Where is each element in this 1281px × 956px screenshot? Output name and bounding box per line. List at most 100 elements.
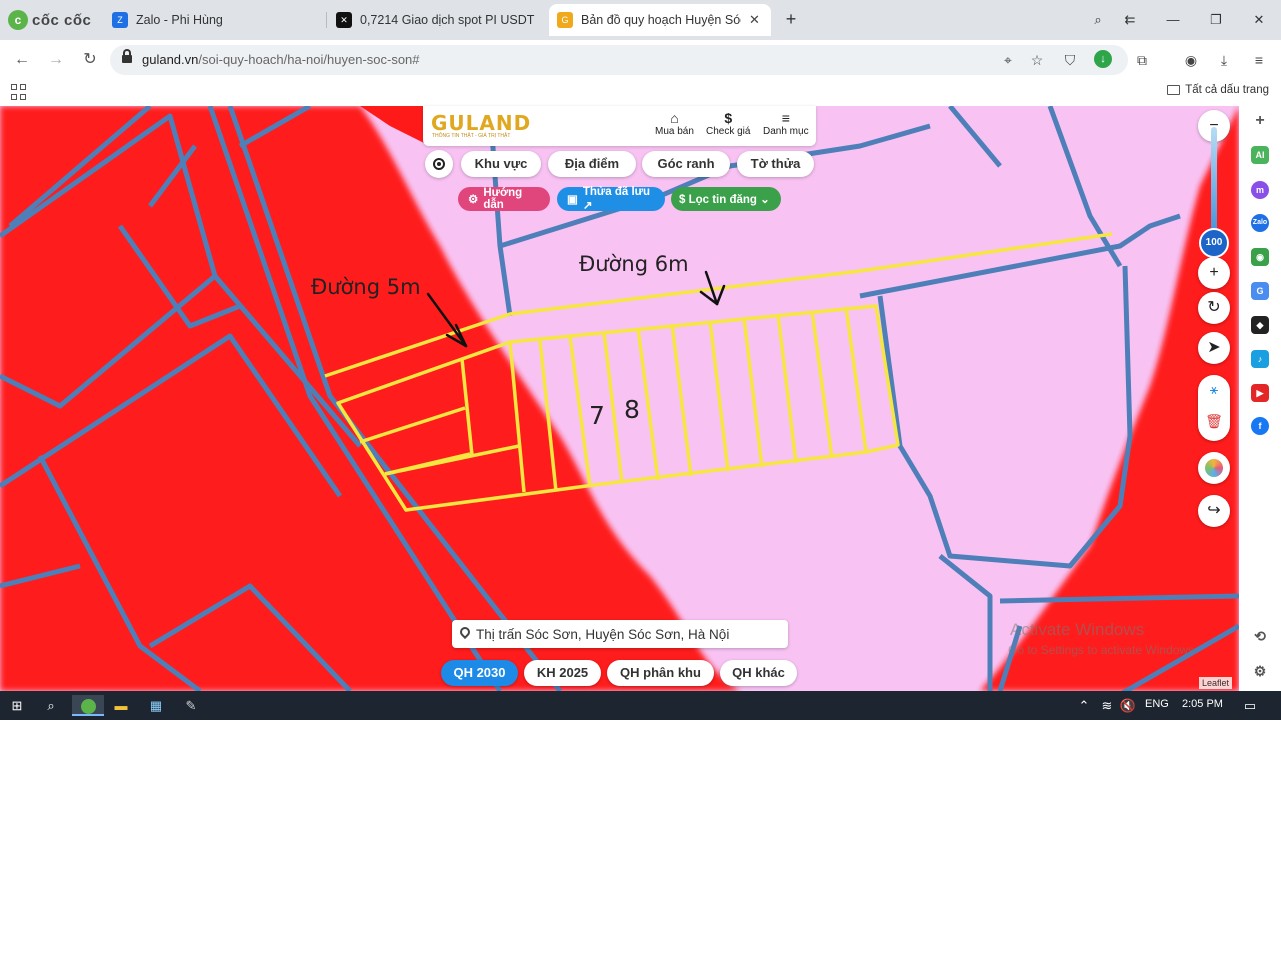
okx-icon: ✕ [336, 12, 352, 28]
bookmark-star-icon[interactable]: ☆ [1027, 50, 1047, 70]
add-sidebar-icon[interactable]: + [1251, 112, 1269, 130]
extensions-icon[interactable]: ⧉ [1131, 49, 1153, 71]
filter-dia-diem[interactable]: Địa điểm [548, 151, 636, 177]
filter-to-thua[interactable]: Tờ thửa [737, 151, 814, 177]
profile-icon[interactable]: ◉ [1180, 49, 1202, 71]
language-indicator[interactable]: ENG [1145, 698, 1169, 710]
tab-zalo[interactable]: Z Zalo - Phi Hùng [104, 4, 324, 36]
filter-listings-chip[interactable]: $ Lọc tin đăng ⌄ [671, 187, 781, 211]
all-bookmarks[interactable]: Tất cả dấu trang [1167, 84, 1269, 96]
coccoc-taskbar-icon[interactable] [72, 695, 104, 716]
image-viewer-icon[interactable]: ▦ [145, 695, 167, 716]
layer-style-button[interactable] [1198, 452, 1230, 484]
history-icon[interactable]: ⟲ [1251, 627, 1269, 645]
location-pin-icon[interactable]: ⌖ [998, 50, 1018, 70]
back-icon[interactable]: ← [10, 49, 34, 71]
zoom-in-button[interactable]: + [1198, 257, 1230, 289]
guland-header: GULAND THÔNG TIN THẬT - GIÁ TRỊ THẬT ⌂ M… [423, 106, 816, 146]
road-label-right: Đường 6m [579, 252, 689, 276]
download-ext-icon[interactable]: ↓ [1094, 50, 1112, 68]
bookmark-icon: ▣ [567, 194, 578, 206]
menu-check-gia[interactable]: $ Check giá [706, 110, 750, 137]
file-explorer-icon[interactable]: ▬ [110, 695, 132, 716]
menu-icon: ≡ [781, 110, 790, 126]
tab-search-icon[interactable]: ⇇ [1118, 8, 1142, 32]
main-menu-icon[interactable]: ≡ [1248, 49, 1270, 71]
clock[interactable]: 2:05 PM [1182, 698, 1223, 710]
wifi-icon[interactable]: ≋ [1096, 695, 1118, 716]
screen-capture-icon[interactable]: ⌕ [1086, 8, 1110, 32]
location-search[interactable]: Thị trấn Sóc Sơn, Huyện Sóc Sơn, Hà Nội [452, 620, 788, 648]
brand-label: cốc cốc [32, 11, 92, 29]
lock-icon [122, 49, 132, 65]
refresh-map-button[interactable]: ↻ [1198, 292, 1230, 324]
tab-guland[interactable]: G Bản đồ quy hoạch Huyện Sóc ✕ [549, 4, 771, 36]
minimize-icon[interactable]: — [1161, 8, 1185, 32]
windows-start-icon[interactable]: ⊞ [6, 695, 28, 716]
measure-icon[interactable]: ⚹ [1198, 381, 1230, 403]
close-window-icon[interactable]: ✕ [1247, 8, 1271, 32]
plan-tab-kh-2025[interactable]: KH 2025 [524, 660, 601, 686]
reload-icon[interactable]: ↻ [78, 49, 102, 71]
shield-icon[interactable]: ⛉ [1060, 50, 1080, 70]
trash-icon[interactable]: 🗑 [1198, 413, 1230, 435]
browser-brand[interactable]: c cốc cốc [8, 9, 91, 31]
apps-grid-icon[interactable] [11, 84, 27, 100]
filter-goc-ranh[interactable]: Góc ranh [642, 151, 730, 177]
url-text[interactable]: guland.vn/soi-quy-hoach/ha-noi/huyen-soc… [142, 52, 420, 67]
locate-me-button[interactable] [425, 150, 453, 178]
paint-icon[interactable]: ✎ [180, 695, 202, 716]
tab-divider [326, 12, 327, 28]
leaflet-attribution[interactable]: Leaflet [1199, 677, 1233, 689]
menu-danh-muc[interactable]: ≡ Danh mục [763, 110, 809, 137]
zoom-slider[interactable] [1211, 127, 1217, 242]
zoom-level-badge[interactable]: 100 [1199, 228, 1229, 258]
youtube-icon[interactable]: ▶ [1251, 384, 1269, 402]
guide-chip[interactable]: ⚙ Hướng dẫn [458, 187, 550, 211]
gear-icon: ⚙ [468, 194, 479, 206]
zalo-sidebar-icon[interactable]: Zalo [1251, 214, 1269, 232]
saved-parcels-chip[interactable]: ▣ Thửa đã lưu ↗ [557, 186, 665, 212]
downloads-icon[interactable]: ⤓ [1213, 49, 1235, 71]
address-bar[interactable]: guland.vn/soi-quy-hoach/ha-noi/huyen-soc… [110, 45, 1128, 75]
lot-number: 7 [589, 401, 605, 430]
plan-tab-qh-phan-khu[interactable]: QH phân khu [607, 660, 714, 686]
tab-okx[interactable]: ✕ 0,7214 Giao dịch spot PI USDT | O [328, 4, 546, 36]
dollar-icon: $ [724, 110, 733, 126]
guland-logo[interactable]: GULAND [431, 111, 531, 135]
ai-icon[interactable]: AI [1251, 146, 1269, 164]
chip-label: Thửa đã lưu ↗ [582, 186, 651, 212]
lot-number: 8 [624, 395, 640, 424]
all-bookmarks-label: Tất cả dấu trang [1185, 84, 1269, 96]
translate-icon[interactable]: G [1251, 282, 1269, 300]
game-icon[interactable]: ◉ [1251, 248, 1269, 266]
music-icon[interactable]: ♪ [1251, 350, 1269, 368]
menu-label: Mua bán [655, 126, 694, 137]
volume-muted-icon[interactable]: 🔇 [1117, 695, 1139, 716]
windows-taskbar: ⊞ ⌕ ▬ ▦ ✎ ⌃ ≋ 🔇 ENG 2:05 PM ▭ [0, 691, 1281, 720]
close-tab-icon[interactable]: ✕ [749, 12, 760, 28]
new-tab-button[interactable]: + [780, 8, 802, 30]
navigate-button[interactable]: ➤ [1198, 332, 1230, 364]
menu-mua-ban[interactable]: ⌂ Mua bán [655, 110, 694, 137]
filter-khu-vuc[interactable]: Khu vực [461, 151, 541, 177]
forward-icon[interactable]: → [44, 49, 68, 71]
plan-tab-qh-khac[interactable]: QH khác [720, 660, 797, 686]
tab-label: Bản đồ quy hoạch Huyện Sóc [581, 13, 741, 27]
search-icon[interactable]: ⌕ [40, 695, 62, 716]
notifications-icon[interactable]: ▭ [1239, 695, 1261, 716]
tray-chevron-icon[interactable]: ⌃ [1073, 695, 1095, 716]
url-path: /soi-quy-hoach/ha-noi/huyen-soc-son# [198, 52, 420, 67]
folder-icon [1167, 85, 1181, 95]
cube-icon[interactable]: ◆ [1251, 316, 1269, 334]
share-button[interactable]: ↪ [1198, 495, 1230, 527]
maximize-icon[interactable]: ❐ [1204, 8, 1228, 32]
bookmarks-bar: Tất cả dấu trang [0, 80, 1281, 106]
location-text: Thị trấn Sóc Sơn, Huyện Sóc Sơn, Hà Nội [476, 626, 730, 642]
facebook-icon[interactable]: f [1251, 417, 1269, 435]
palette-icon [1205, 458, 1223, 477]
messenger-icon[interactable]: m [1251, 181, 1269, 199]
settings-icon[interactable]: ⚙ [1251, 662, 1269, 680]
address-toolbar: ← → ↻ guland.vn/soi-quy-hoach/ha-noi/huy… [0, 40, 1281, 80]
plan-tab-qh-2030[interactable]: QH 2030 [441, 660, 518, 686]
